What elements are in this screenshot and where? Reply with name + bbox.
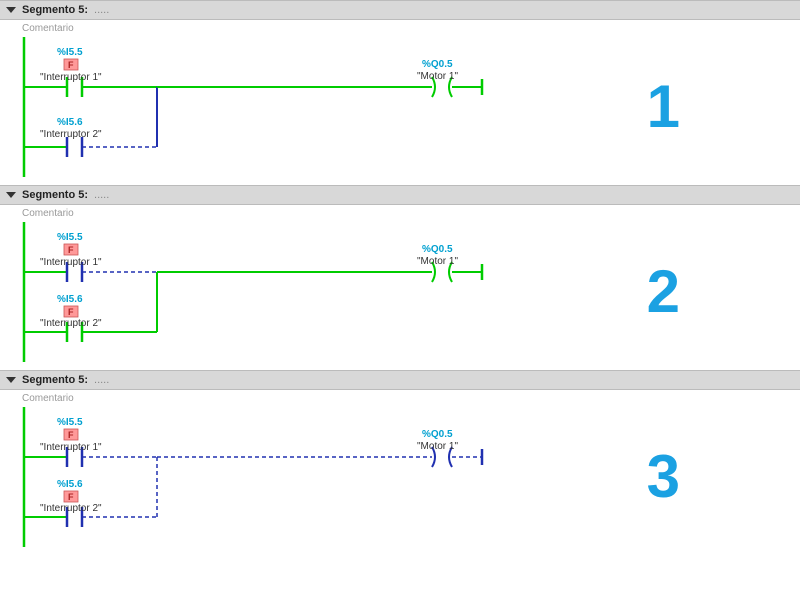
svg-text:%I5.5: %I5.5: [57, 232, 83, 243]
svg-text:"Interruptor 2": "Interruptor 2": [40, 318, 102, 329]
svg-text:%I5.6: %I5.6: [57, 294, 83, 305]
svg-text:"Interruptor 2": "Interruptor 2": [40, 503, 102, 514]
diagram-number: 3: [647, 442, 680, 511]
segment-header[interactable]: Segmento 5: .....: [0, 370, 800, 390]
segment-title: Segmento 5:: [22, 4, 88, 16]
contact1-name: "Interruptor 1": [40, 72, 102, 83]
contact2-name: "Interruptor 2": [40, 129, 102, 140]
contact1-addr: %I5.5: [57, 47, 83, 58]
segment-header[interactable]: Segmento 5: .....: [0, 0, 800, 20]
segment-dots: .....: [94, 374, 109, 386]
segment-dots: .....: [94, 189, 109, 201]
ladder-network: 3 %I5.5 F "Interruptor 1" %I5.6: [0, 407, 800, 547]
collapse-icon[interactable]: [6, 377, 16, 383]
diagram-number: 2: [647, 257, 680, 326]
segment-title: Segmento 5:: [22, 374, 88, 386]
segment-comment: Comentario: [0, 20, 800, 37]
segment-3: Segmento 5: ..... Comentario 3 %I5.5: [0, 370, 800, 547]
svg-text:%I5.5: %I5.5: [57, 417, 83, 428]
svg-text:F: F: [68, 307, 74, 317]
svg-text:"Interruptor 1": "Interruptor 1": [40, 442, 102, 453]
coil-name: "Motor 1": [417, 71, 458, 82]
svg-text:"Interruptor 1": "Interruptor 1": [40, 257, 102, 268]
segment-2: Segmento 5: ..... Comentario 2: [0, 185, 800, 362]
segment-header[interactable]: Segmento 5: .....: [0, 185, 800, 205]
collapse-icon[interactable]: [6, 192, 16, 198]
segment-comment: Comentario: [0, 205, 800, 222]
segment-title: Segmento 5:: [22, 189, 88, 201]
ladder-svg: %I5.5 F "Interruptor 1" %I5.6 "Interrupt…: [22, 37, 582, 177]
svg-text:%Q0.5: %Q0.5: [422, 244, 453, 255]
svg-text:%Q0.5: %Q0.5: [422, 429, 453, 440]
svg-text:"Motor 1": "Motor 1": [417, 256, 458, 267]
ladder-svg: %I5.5 F "Interruptor 1" %I5.6 F "Interru…: [22, 222, 582, 362]
diagram-number: 1: [647, 72, 680, 141]
ladder-network: 2 %I5.5 F "Interruptor: [0, 222, 800, 362]
svg-text:F: F: [68, 430, 74, 440]
ladder-svg: %I5.5 F "Interruptor 1" %I5.6 F "Interru…: [22, 407, 582, 547]
segment-dots: .....: [94, 4, 109, 16]
svg-text:%I5.6: %I5.6: [57, 479, 83, 490]
coil-addr: %Q0.5: [422, 59, 453, 70]
segment-comment: Comentario: [0, 390, 800, 407]
svg-text:F: F: [68, 492, 74, 502]
force-label: F: [68, 60, 74, 70]
svg-text:F: F: [68, 245, 74, 255]
segment-1: Segmento 5: ..... Comentario 1: [0, 0, 800, 177]
ladder-network: 1 %I5.5: [0, 37, 800, 177]
contact2-addr: %I5.6: [57, 117, 83, 128]
collapse-icon[interactable]: [6, 7, 16, 13]
svg-text:"Motor 1": "Motor 1": [417, 441, 458, 452]
